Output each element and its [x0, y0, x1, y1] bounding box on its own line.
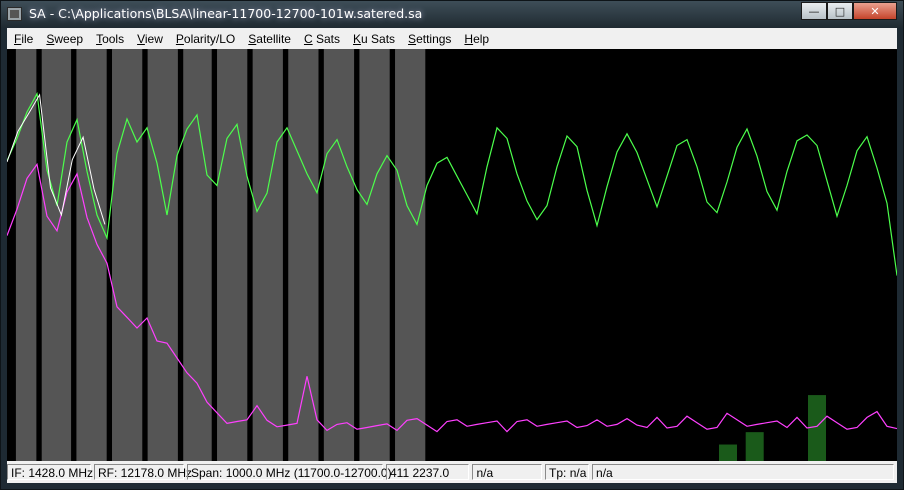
menu-satellite[interactable]: Satellite: [241, 32, 297, 46]
minimize-button[interactable]: —: [801, 2, 827, 20]
status-field-6: n/a: [592, 464, 894, 480]
menu-accel: P: [175, 31, 184, 46]
transponder-band-9: [323, 49, 355, 461]
transponder-band-8: [288, 49, 319, 461]
transponder-band-5: [183, 49, 212, 461]
menu-tools[interactable]: Tools: [89, 32, 130, 46]
menu-c-sats[interactable]: C Sats: [297, 32, 346, 46]
status-if: IF: 1428.0 MHz: [7, 464, 93, 480]
menu-accel: V: [137, 31, 145, 46]
level-bar-1: [745, 432, 764, 461]
menu-accel: H: [464, 31, 474, 46]
menu-accel: K: [353, 31, 362, 46]
spectrum-svg[interactable]: [7, 49, 897, 461]
spectrum-plot[interactable]: [7, 49, 897, 461]
menu-accel: S: [408, 31, 417, 46]
menu-label: ile: [21, 31, 34, 46]
transponder-band-1: [41, 49, 72, 461]
status-level: 411 2237.0: [386, 464, 470, 480]
maximize-button[interactable]: □: [827, 2, 853, 20]
transponder-band-3: [112, 49, 143, 461]
status-tp: Tp: n/a: [545, 464, 590, 480]
close-button[interactable]: ✕: [853, 2, 897, 20]
menu-polarity-lo[interactable]: Polarity/LO: [169, 32, 241, 46]
menu-label: ettings: [416, 31, 452, 46]
menu-label: Sats: [312, 31, 340, 46]
transponder-band-0: [15, 49, 37, 461]
menu-sweep[interactable]: Sweep: [39, 32, 89, 46]
menu-label: ools: [102, 31, 125, 46]
menu-label: elp: [473, 31, 490, 46]
title-bar[interactable]: SA - C:\Applications\BLSA\linear-11700-1…: [1, 1, 903, 28]
menu-label: weep: [54, 31, 84, 46]
transponder-band-7: [252, 49, 283, 461]
transponder-band-4: [147, 49, 178, 461]
status-span: Span: 1000.0 MHz (11700.0-12700.0): [187, 464, 392, 480]
app-icon[interactable]: [7, 7, 22, 21]
menu-file[interactable]: File: [7, 32, 39, 46]
menu-ku-sats[interactable]: Ku Sats: [346, 32, 401, 46]
menu-accel: C: [303, 31, 313, 46]
menu-settings[interactable]: Settings: [401, 32, 457, 46]
window-title: SA - C:\Applications\BLSA\linear-11700-1…: [29, 6, 423, 21]
window-controls: — □ ✕: [801, 2, 897, 20]
transponder-band-6: [217, 49, 248, 461]
transponder-band-11: [395, 49, 426, 461]
status-bar: IF: 1428.0 MHz RF: 12178.0 MHz Span: 100…: [7, 461, 897, 483]
application-window: SA - C:\Applications\BLSA\linear-11700-1…: [0, 0, 904, 490]
menu-view[interactable]: View: [130, 32, 169, 46]
menu-label: iew: [144, 31, 163, 46]
level-bar-2: [808, 395, 826, 461]
menu-label: atellite: [256, 31, 291, 46]
menu-help[interactable]: Help: [457, 32, 495, 46]
menu-label: olarity/LO: [183, 31, 236, 46]
menu-label: u Sats: [361, 31, 396, 46]
status-rf: RF: 12178.0 MHz: [94, 464, 192, 480]
transponder-band-10: [359, 49, 390, 461]
level-bar-0: [719, 444, 737, 461]
status-field-4: n/a: [472, 464, 543, 480]
menu-bar: File Sweep Tools View Polarity/LO Satell…: [7, 28, 897, 49]
